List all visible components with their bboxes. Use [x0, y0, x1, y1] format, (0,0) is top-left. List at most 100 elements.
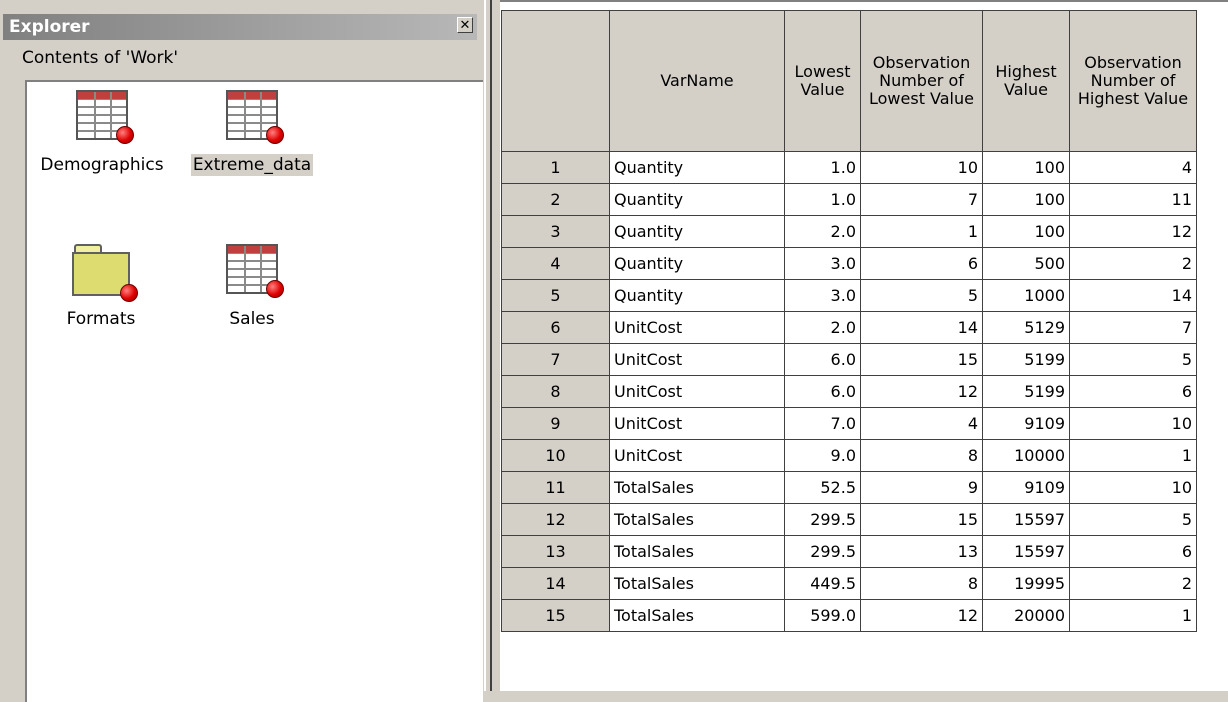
- table-cell[interactable]: 299.5: [784, 503, 861, 536]
- table-row[interactable]: 4 Quantity 3.0 6 500 2: [501, 247, 1197, 280]
- table-row[interactable]: 8 UnitCost 6.0 12 5199 6: [501, 375, 1197, 408]
- item-demographics[interactable]: Demographics: [33, 90, 171, 176]
- table-cell[interactable]: 12: [860, 375, 983, 408]
- row-number-cell[interactable]: 3: [501, 215, 610, 248]
- table-cell[interactable]: 1.0: [784, 183, 861, 216]
- column-header[interactable]: Lowest Value: [784, 10, 861, 152]
- table-cell[interactable]: 10: [1069, 471, 1197, 504]
- table-cell[interactable]: 299.5: [784, 535, 861, 568]
- table-cell[interactable]: UnitCost: [609, 343, 785, 376]
- table-cell[interactable]: 12: [1069, 215, 1197, 248]
- table-cell[interactable]: 9109: [982, 471, 1070, 504]
- table-row[interactable]: 13 TotalSales 299.5 13 15597 6: [501, 535, 1197, 568]
- table-cell[interactable]: Quantity: [609, 279, 785, 312]
- table-cell[interactable]: Quantity: [609, 151, 785, 184]
- table-cell[interactable]: 449.5: [784, 567, 861, 600]
- close-icon[interactable]: ✕: [457, 17, 473, 33]
- row-number-cell[interactable]: 10: [501, 439, 610, 472]
- table-cell[interactable]: TotalSales: [609, 535, 785, 568]
- table-cell[interactable]: 2: [1069, 567, 1197, 600]
- table-cell[interactable]: 500: [982, 247, 1070, 280]
- table-row[interactable]: 15 TotalSales 599.0 12 20000 1: [501, 599, 1197, 632]
- row-number-cell[interactable]: 15: [501, 599, 610, 632]
- table-cell[interactable]: Quantity: [609, 183, 785, 216]
- column-header[interactable]: Highest Value: [982, 10, 1070, 152]
- pane-splitter[interactable]: [484, 0, 492, 691]
- table-cell[interactable]: 5129: [982, 311, 1070, 344]
- row-number-cell[interactable]: 2: [501, 183, 610, 216]
- table-row[interactable]: 10 UnitCost 9.0 8 10000 1: [501, 439, 1197, 472]
- table-row[interactable]: 1 Quantity 1.0 10 100 4: [501, 151, 1197, 184]
- table-cell[interactable]: 10: [1069, 407, 1197, 440]
- table-cell[interactable]: 5: [860, 279, 983, 312]
- table-cell[interactable]: TotalSales: [609, 503, 785, 536]
- table-cell[interactable]: UnitCost: [609, 375, 785, 408]
- row-number-cell[interactable]: 6: [501, 311, 610, 344]
- table-row[interactable]: 12 TotalSales 299.5 15 15597 5: [501, 503, 1197, 536]
- table-cell[interactable]: 3.0: [784, 247, 861, 280]
- table-cell[interactable]: 15: [860, 503, 983, 536]
- table-row[interactable]: 9 UnitCost 7.0 4 9109 10: [501, 407, 1197, 440]
- table-cell[interactable]: 2.0: [784, 215, 861, 248]
- table-cell[interactable]: 13: [860, 535, 983, 568]
- item-formats[interactable]: Formats: [51, 244, 151, 330]
- table-row[interactable]: 14 TotalSales 449.5 8 19995 2: [501, 567, 1197, 600]
- row-number-cell[interactable]: 1: [501, 151, 610, 184]
- table-cell[interactable]: 1: [860, 215, 983, 248]
- table-cell[interactable]: 8: [860, 439, 983, 472]
- table-row[interactable]: 3 Quantity 2.0 1 100 12: [501, 215, 1197, 248]
- table-cell[interactable]: 6: [860, 247, 983, 280]
- table-cell[interactable]: 6: [1069, 535, 1197, 568]
- table-cell[interactable]: 6.0: [784, 343, 861, 376]
- row-number-cell[interactable]: 9: [501, 407, 610, 440]
- table-cell[interactable]: 100: [982, 215, 1070, 248]
- table-cell[interactable]: 6: [1069, 375, 1197, 408]
- table-cell[interactable]: TotalSales: [609, 471, 785, 504]
- table-cell[interactable]: TotalSales: [609, 567, 785, 600]
- table-cell[interactable]: Quantity: [609, 247, 785, 280]
- table-cell[interactable]: 1.0: [784, 151, 861, 184]
- table-cell[interactable]: 4: [1069, 151, 1197, 184]
- table-cell[interactable]: 8: [860, 567, 983, 600]
- table-cell[interactable]: 3.0: [784, 279, 861, 312]
- table-cell[interactable]: 4: [860, 407, 983, 440]
- table-cell[interactable]: 2: [1069, 247, 1197, 280]
- row-number-cell[interactable]: 5: [501, 279, 610, 312]
- table-cell[interactable]: 14: [860, 311, 983, 344]
- item-extreme-data[interactable]: Extreme_data: [179, 90, 325, 176]
- table-cell[interactable]: 7: [1069, 311, 1197, 344]
- table-cell[interactable]: 5199: [982, 375, 1070, 408]
- table-cell[interactable]: 6.0: [784, 375, 861, 408]
- row-number-cell[interactable]: 14: [501, 567, 610, 600]
- table-row[interactable]: 6 UnitCost 2.0 14 5129 7: [501, 311, 1197, 344]
- table-row[interactable]: 2 Quantity 1.0 7 100 11: [501, 183, 1197, 216]
- table-row[interactable]: 7 UnitCost 6.0 15 5199 5: [501, 343, 1197, 376]
- table-cell[interactable]: 1: [1069, 599, 1197, 632]
- row-number-cell[interactable]: 11: [501, 471, 610, 504]
- row-number-cell[interactable]: 13: [501, 535, 610, 568]
- table-cell[interactable]: 15: [860, 343, 983, 376]
- table-cell[interactable]: 5: [1069, 343, 1197, 376]
- column-header[interactable]: VarName: [609, 10, 785, 152]
- table-cell[interactable]: 11: [1069, 183, 1197, 216]
- table-cell[interactable]: UnitCost: [609, 311, 785, 344]
- row-number-cell[interactable]: 7: [501, 343, 610, 376]
- table-row[interactable]: 11 TotalSales 52.5 9 9109 10: [501, 471, 1197, 504]
- row-number-cell[interactable]: 12: [501, 503, 610, 536]
- table-cell[interactable]: 100: [982, 151, 1070, 184]
- column-header[interactable]: [501, 10, 610, 152]
- table-row[interactable]: 5 Quantity 3.0 5 1000 14: [501, 279, 1197, 312]
- item-sales[interactable]: Sales: [207, 244, 297, 330]
- table-cell[interactable]: 7.0: [784, 407, 861, 440]
- column-header[interactable]: Observation Number of Highest Value: [1069, 10, 1197, 152]
- table-cell[interactable]: TotalSales: [609, 599, 785, 632]
- table-cell[interactable]: UnitCost: [609, 439, 785, 472]
- table-cell[interactable]: 7: [860, 183, 983, 216]
- table-cell[interactable]: 12: [860, 599, 983, 632]
- table-cell[interactable]: 19995: [982, 567, 1070, 600]
- table-cell[interactable]: Quantity: [609, 215, 785, 248]
- table-cell[interactable]: 10: [860, 151, 983, 184]
- table-cell[interactable]: 5: [1069, 503, 1197, 536]
- table-cell[interactable]: 9109: [982, 407, 1070, 440]
- table-cell[interactable]: 52.5: [784, 471, 861, 504]
